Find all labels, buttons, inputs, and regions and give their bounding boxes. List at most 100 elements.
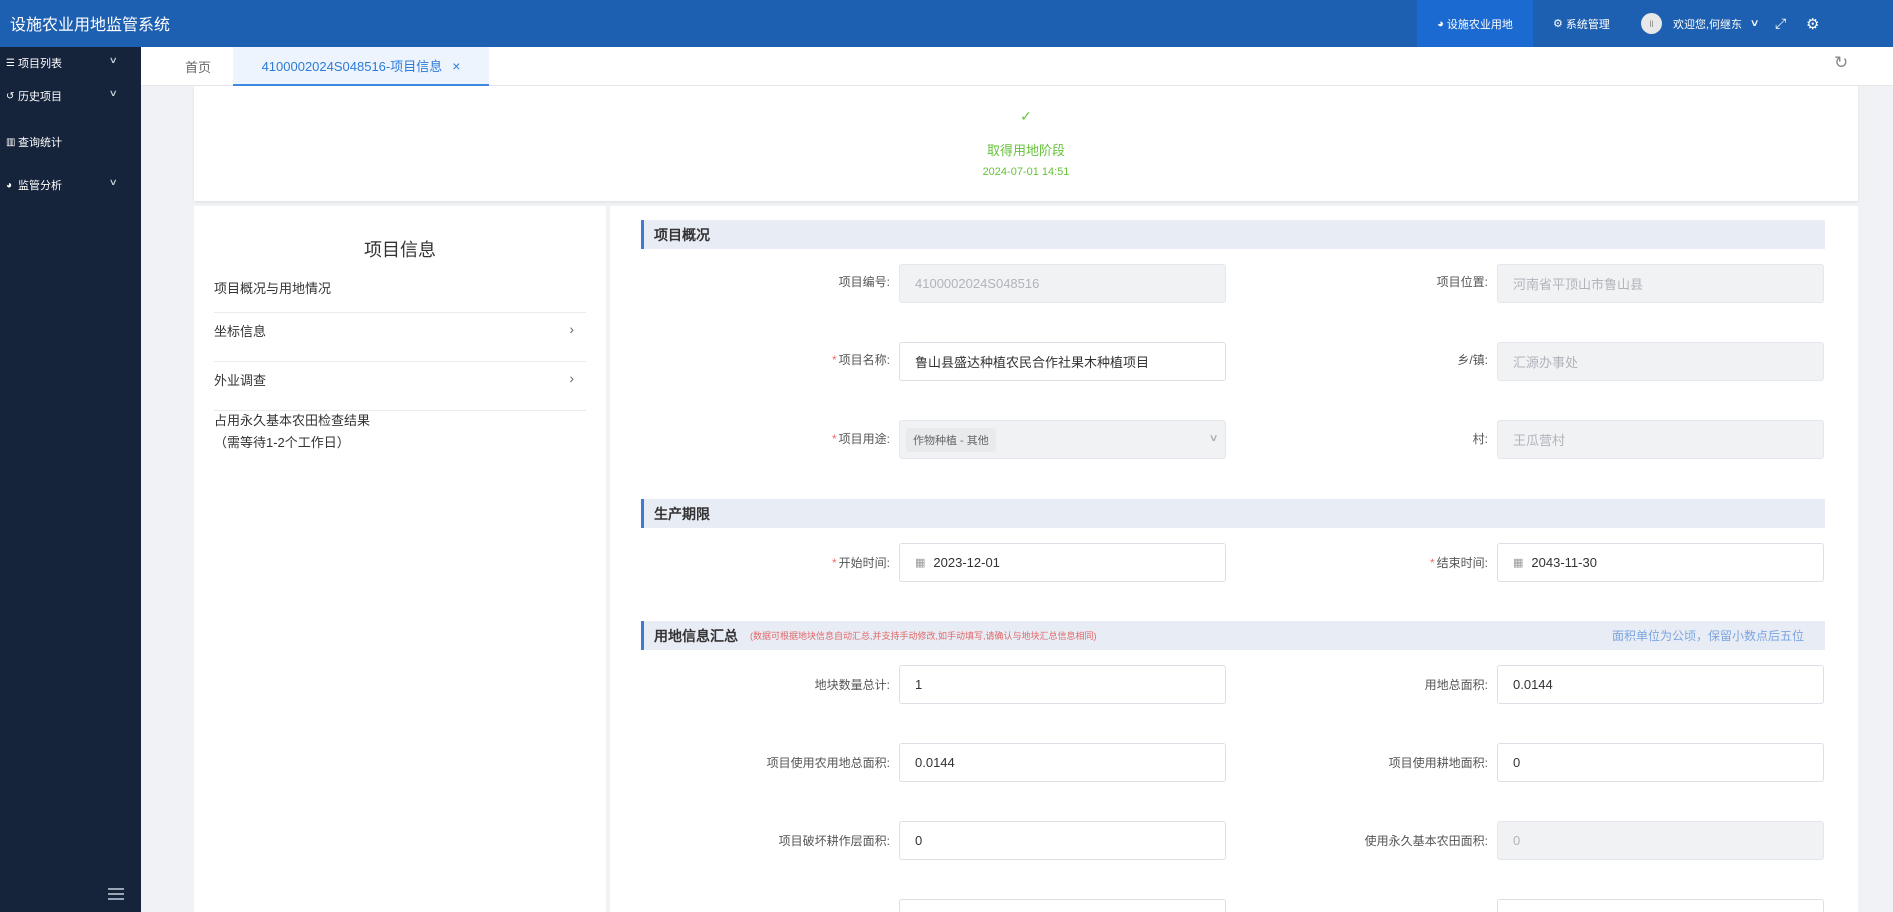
sidebar-item-statistics[interactable]: ▥ 查询统计 bbox=[0, 131, 141, 153]
nav-overview[interactable]: 项目概况与用地情况 bbox=[214, 278, 586, 313]
location-value: 河南省平顶山市鲁山县 bbox=[1513, 277, 1644, 292]
start-date-label-text: 开始时间: bbox=[838, 556, 890, 570]
chevron-down-icon: ∨ bbox=[108, 55, 118, 65]
close-icon[interactable]: × bbox=[452, 58, 460, 74]
project-no-value: 4100002024S048516 bbox=[915, 276, 1040, 291]
chevron-down-icon: ∨ bbox=[108, 177, 118, 187]
location-label: 项目位置: bbox=[1436, 275, 1488, 289]
project-name-label-text: 项目名称: bbox=[838, 353, 890, 367]
fullscreen-icon[interactable]: ⤢ bbox=[1775, 0, 1786, 47]
collapse-sidebar-icon[interactable] bbox=[108, 888, 124, 902]
pie-chart-icon: ◕ bbox=[1437, 17, 1444, 30]
nav-system-label: 系统管理 bbox=[1565, 18, 1610, 31]
sidebar-item-label: 历史项目 bbox=[18, 91, 62, 103]
village-value: 王瓜营村 bbox=[1513, 433, 1566, 448]
chevron-down-icon: ∨ bbox=[1749, 18, 1760, 29]
cogs-icon: ⚙ bbox=[1553, 18, 1563, 30]
damaged-area-field[interactable]: 0 bbox=[899, 821, 1226, 860]
town-value: 汇源办事处 bbox=[1513, 355, 1579, 370]
project-info-nav: 项目信息 项目概况与用地情况 坐标信息 › 外业调查 › 占用永久基本农田检查结… bbox=[194, 206, 606, 912]
location-field: 河南省平顶山市鲁山县 bbox=[1497, 264, 1824, 303]
basic-farmland-field: 0 bbox=[1497, 821, 1824, 860]
start-date-label: * 开始时间: bbox=[831, 556, 890, 570]
sidebar-item-label: 查询统计 bbox=[18, 137, 62, 149]
tab-bar: 首页 4100002024S048516-项目信息 × ↻ bbox=[141, 47, 1893, 86]
town-field: 汇源办事处 bbox=[1497, 342, 1824, 381]
start-date-value: 2023-12-01 bbox=[933, 555, 1000, 570]
app-title: 设施农业用地监管系统 bbox=[10, 17, 171, 34]
panel-title: 项目信息 bbox=[364, 240, 436, 260]
nav-system-management[interactable]: ⚙ 系统管理 bbox=[1553, 0, 1610, 47]
project-no-label: 项目编号: bbox=[838, 275, 890, 289]
cultivated-area-label: 项目使用耕地面积: bbox=[1388, 756, 1488, 770]
project-usage-select[interactable]: 作物种植 - 其他 ∨ bbox=[899, 420, 1226, 459]
nav-facility-land[interactable]: ◕ 设施农业用地 bbox=[1417, 0, 1533, 47]
farm-area-label: 项目使用农用地总面积: bbox=[766, 756, 890, 770]
end-date-value: 2043-11-30 bbox=[1531, 555, 1597, 570]
check-icon: ✓ bbox=[1020, 108, 1032, 124]
stage-time: 2024-07-01 14:51 bbox=[982, 166, 1070, 178]
sidebar-item-project-list[interactable]: ☰ 项目列表 ∨ bbox=[0, 52, 141, 74]
section-title: 用地信息汇总 bbox=[654, 627, 738, 644]
list-icon: ☰ bbox=[6, 57, 15, 69]
section-land-header: 用地信息汇总 (数据可根据地块信息自动汇总,并支持手动修改,如手动填写,请确认与… bbox=[641, 621, 1825, 650]
section-title: 项目概况 bbox=[654, 226, 710, 243]
end-date-picker[interactable]: ▦ 2043-11-30 bbox=[1497, 543, 1824, 582]
project-name-field[interactable]: 鲁山县盛达种植农民合作社果木种植项目 bbox=[899, 342, 1226, 381]
start-date-picker[interactable]: ▦ 2023-12-01 bbox=[899, 543, 1226, 582]
nav-field-survey[interactable]: 外业调查 › bbox=[214, 370, 586, 411]
basic-farmland-label: 使用永久基本农田面积: bbox=[1364, 834, 1488, 848]
chevron-down-icon: ∨ bbox=[108, 88, 118, 98]
farm-area-value: 0.0144 bbox=[915, 755, 955, 770]
calendar-icon: ▦ bbox=[1513, 557, 1524, 569]
project-usage-label: * 项目用途: bbox=[831, 432, 890, 446]
section-note: (数据可根据地块信息自动汇总,并支持手动修改,如手动填写,请确认与地块汇总信息相… bbox=[750, 631, 1097, 641]
history-icon: ↺ bbox=[6, 90, 15, 102]
damaged-area-label: 项目破坏耕作层面积: bbox=[778, 834, 890, 848]
total-area-field[interactable]: 0.0144 bbox=[1497, 665, 1824, 704]
farm-area-field[interactable]: 0.0144 bbox=[899, 743, 1226, 782]
project-name-value: 鲁山县盛达种植农民合作社果木种植项目 bbox=[915, 355, 1150, 370]
section-period-header: 生产期限 bbox=[641, 499, 1825, 528]
project-usage-tag: 作物种植 - 其他 bbox=[906, 427, 996, 452]
top-header: 设施农业用地监管系统 ◕ 设施农业用地 ⚙ 系统管理 ll 欢迎您,何继东 ∨ … bbox=[0, 0, 1893, 47]
parcel-count-field[interactable]: 1 bbox=[899, 665, 1226, 704]
parcel-count-value: 1 bbox=[915, 677, 923, 692]
total-area-value: 0.0144 bbox=[1513, 677, 1553, 692]
project-form: 项目概况 项目编号: 4100002024S048516 项目位置: 河南省平顶… bbox=[610, 206, 1858, 912]
section-overview-header: 项目概况 bbox=[641, 220, 1825, 249]
tab-home[interactable]: 首页 bbox=[185, 57, 211, 76]
avatar: ll bbox=[1641, 13, 1662, 34]
nav-item-label: 项目概况与用地情况 bbox=[214, 281, 332, 296]
welcome-text: 欢迎您,何继东 bbox=[1673, 18, 1743, 31]
total-area-label: 用地总面积: bbox=[1424, 678, 1488, 692]
end-date-label-text: 结束时间: bbox=[1436, 556, 1488, 570]
project-usage-label-text: 项目用途: bbox=[838, 432, 890, 446]
unit-note: 面积单位为公顷，保留小数点后五位 bbox=[1611, 629, 1804, 643]
nav-coordinates[interactable]: 坐标信息 › bbox=[214, 321, 586, 362]
damaged-area-value: 0 bbox=[915, 833, 923, 848]
refresh-icon[interactable]: ↻ bbox=[1834, 53, 1848, 73]
stage-status-panel: ✓ 取得用地阶段 2024-07-01 14:51 bbox=[194, 86, 1858, 201]
cultivated-area-field[interactable]: 0 bbox=[1497, 743, 1824, 782]
tab-project-info[interactable]: 4100002024S048516-项目信息 × bbox=[233, 47, 489, 86]
section-title: 生产期限 bbox=[654, 505, 710, 522]
nav-farmland-check[interactable]: 占用永久基本农田检查结果 （需等待1-2个工作日） bbox=[214, 410, 586, 455]
next-row-field-left[interactable] bbox=[899, 899, 1226, 912]
nav-item-sublabel: （需等待1-2个工作日） bbox=[214, 435, 350, 450]
user-menu[interactable]: ll 欢迎您,何继东 ∨ bbox=[1641, 0, 1760, 47]
basic-farmland-value: 0 bbox=[1513, 833, 1521, 848]
sidebar: ☰ 项目列表 ∨ ↺ 历史项目 ∨ ▥ 查询统计 ◕ 监管分析 ∨ bbox=[0, 47, 141, 912]
bar-chart-icon: ▥ bbox=[6, 136, 16, 148]
end-date-label: * 结束时间: bbox=[1429, 556, 1488, 570]
settings-icon[interactable]: ⚙ bbox=[1806, 0, 1819, 47]
nav-item-label: 占用永久基本农田检查结果 bbox=[214, 413, 371, 428]
sidebar-item-history[interactable]: ↺ 历史项目 ∨ bbox=[0, 85, 141, 107]
chevron-right-icon: › bbox=[569, 370, 574, 386]
sidebar-item-analysis[interactable]: ◕ 监管分析 ∨ bbox=[0, 174, 141, 196]
village-label: 村: bbox=[1472, 432, 1488, 446]
nav-facility-land-label: 设施农业用地 bbox=[1446, 18, 1513, 31]
next-row-field-right[interactable] bbox=[1497, 899, 1824, 912]
cultivated-area-value: 0 bbox=[1513, 755, 1521, 770]
pie-chart-icon: ◕ bbox=[6, 179, 13, 191]
